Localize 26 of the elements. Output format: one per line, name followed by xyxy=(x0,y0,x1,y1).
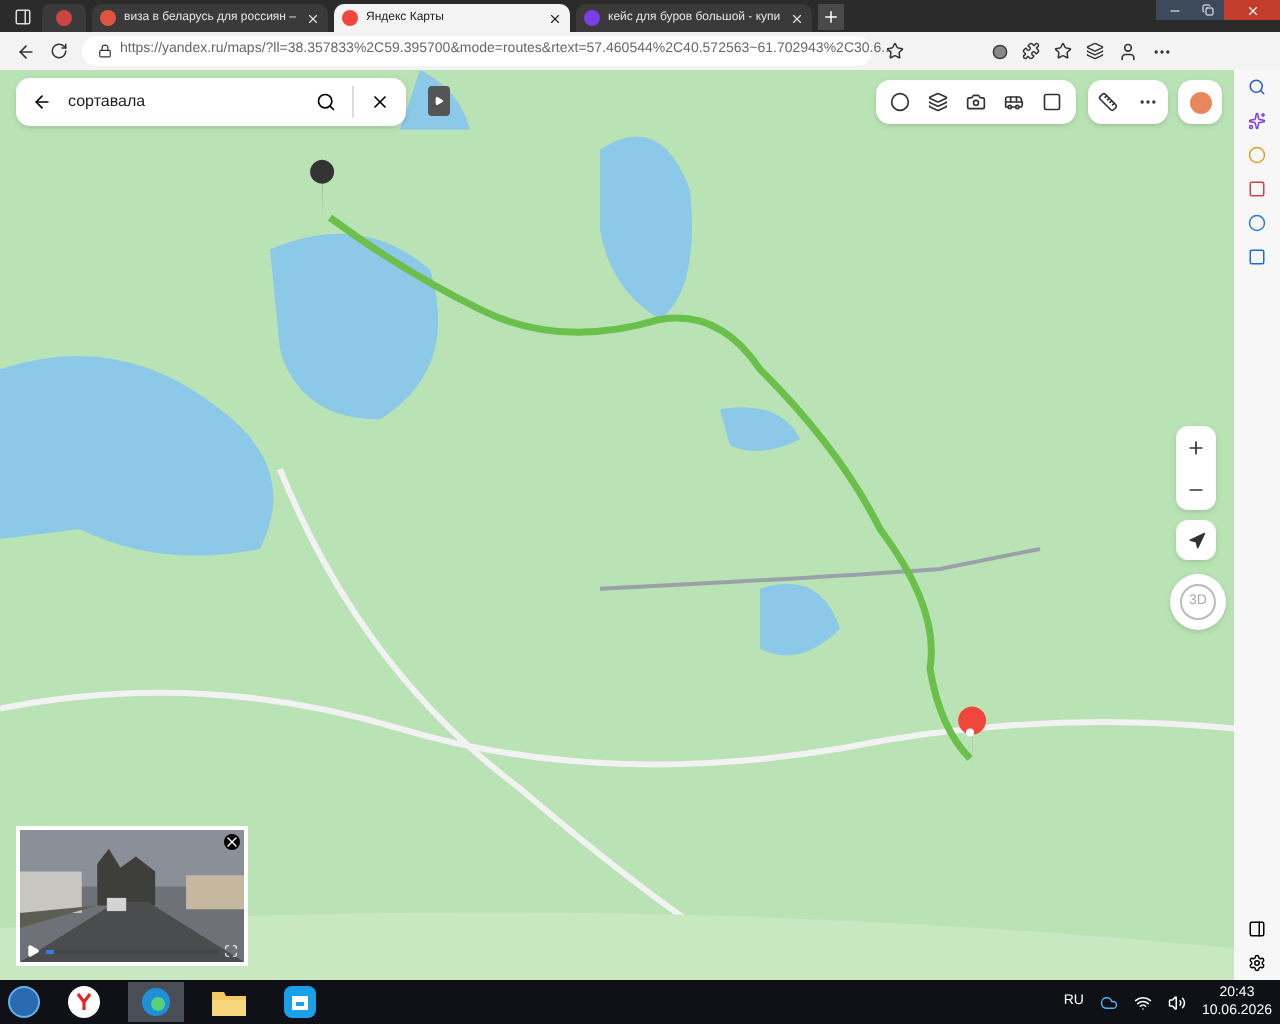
close-icon[interactable] xyxy=(548,11,562,25)
profile-icon[interactable] xyxy=(1118,41,1138,61)
cloud-icon[interactable] xyxy=(1099,993,1118,1011)
plus-icon xyxy=(822,8,840,26)
new-tab-button[interactable] xyxy=(818,4,844,30)
favorites-icon[interactable] xyxy=(1054,42,1072,60)
browser-logo-icon xyxy=(140,986,172,1018)
sparkle-icon[interactable] xyxy=(1248,112,1266,130)
lock-icon xyxy=(98,44,112,58)
back-icon[interactable] xyxy=(16,41,36,61)
restore-button[interactable] xyxy=(1192,0,1224,20)
collections-icon[interactable] xyxy=(1086,42,1104,60)
extensions-icon[interactable] xyxy=(1022,42,1040,60)
restore-icon xyxy=(1202,4,1214,16)
settings-icon[interactable] xyxy=(1248,954,1266,972)
sidebar-toggle-icon[interactable] xyxy=(1248,920,1266,938)
reload-icon[interactable] xyxy=(50,42,68,60)
app-icon xyxy=(284,986,316,1018)
folder-icon xyxy=(211,988,245,1016)
network-icon[interactable] xyxy=(1133,993,1152,1011)
browser-logo-icon xyxy=(68,986,100,1018)
close-icon xyxy=(1245,3,1259,17)
volume-icon[interactable] xyxy=(1167,993,1186,1011)
status-icon[interactable] xyxy=(992,43,1008,59)
start-button[interactable] xyxy=(8,986,40,1018)
minimize-button[interactable] xyxy=(1156,0,1192,20)
